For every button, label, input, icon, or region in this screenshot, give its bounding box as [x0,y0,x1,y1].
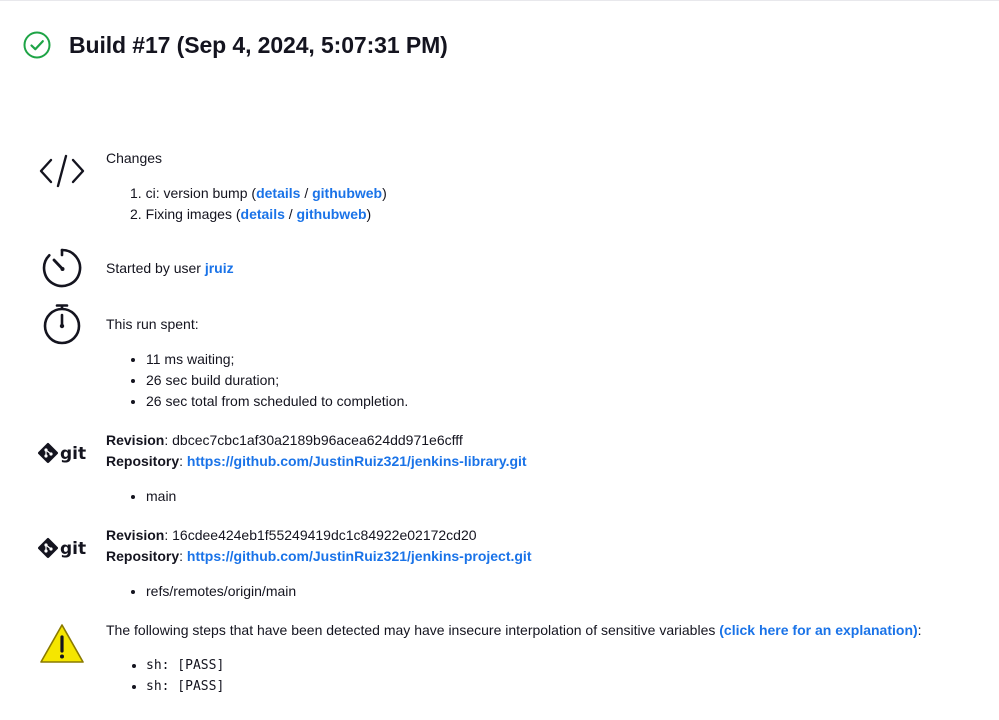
warning-triangle-icon [39,622,85,669]
change-message: ci: version bump [145,185,248,201]
code-brackets-icon [38,152,86,193]
warning-suffix: : [917,622,922,638]
repository-line: Repository: https://github.com/JustinRui… [106,453,527,469]
list-item: main [146,486,979,507]
link-separator: / [304,185,309,201]
list-item: 11 ms waiting; [146,349,979,370]
success-check-icon [22,30,52,60]
list-item: 1. ci: version bump (details / githubweb… [130,185,387,201]
stopwatch-icon [40,302,84,349]
link-separator: / [288,206,293,222]
revision-label: Revision [106,432,165,448]
githubweb-link[interactable]: githubweb [312,185,382,201]
git-logo-icon: git [38,537,90,564]
timing-heading: This run spent: [106,316,199,332]
change-number: 2. [130,206,142,222]
githubweb-link[interactable]: githubweb [297,206,367,222]
branch-list: main [106,486,979,507]
details-link[interactable]: details [241,206,285,222]
page-title: Build #17 (Sep 4, 2024, 5:07:31 PM) [69,31,448,58]
git-logo-icon: git [38,442,90,469]
svg-text:git: git [60,444,86,464]
timer-icon [40,246,84,293]
change-number: 1. [130,185,142,201]
change-message: Fixing images [145,206,232,222]
details-link[interactable]: details [256,185,300,201]
top-divider [0,0,999,1]
revision-hash: dbcec7cbc1af30a2189b96acea624dd971e6cfff [172,432,463,448]
warning-text-line: The following steps that have been detec… [106,620,979,641]
user-link[interactable]: jruiz [205,260,234,276]
build-header: Build #17 (Sep 4, 2024, 5:07:31 PM) [22,30,448,60]
revision-hash: 16cdee424eb1f55249419dc1c84922e02172cd20 [172,527,477,543]
repository-line: Repository: https://github.com/JustinRui… [106,548,532,564]
revision-line: Revision: dbcec7cbc1af30a2189b96acea624d… [106,432,463,448]
repository-link[interactable]: https://github.com/JustinRuiz321/jenkins… [187,453,527,469]
list-item: sh: [PASS] [146,676,979,697]
list-item: 2. Fixing images (details / githubweb) [130,206,372,222]
list-item: 26 sec build duration; [146,370,979,391]
repository-label: Repository [106,453,180,469]
repository-label: Repository [106,548,180,564]
warning-message: The following steps that have been detec… [106,622,716,638]
revision-line: Revision: 16cdee424eb1f55249419dc1c84922… [106,527,477,543]
list-item: sh: [PASS] [146,655,979,676]
changes-heading: Changes [106,150,163,166]
branch-list: refs/remotes/origin/main [106,581,979,602]
started-by-label: Started by user [106,260,201,276]
list-item: 26 sec total from scheduled to completio… [146,391,979,412]
changes-list: 1. ci: version bump (details / githubweb… [106,183,979,225]
steps-list: sh: [PASS] sh: [PASS] [106,655,979,697]
started-by-text: Started by user jruiz [106,258,979,279]
timing-list: 11 ms waiting; 26 sec build duration; 26… [106,349,979,412]
revision-label: Revision [106,527,165,543]
svg-text:git: git [60,539,86,559]
explanation-link[interactable]: (click here for an explanation) [719,622,917,638]
repository-link[interactable]: https://github.com/JustinRuiz321/jenkins… [187,548,532,564]
list-item: refs/remotes/origin/main [146,581,979,602]
